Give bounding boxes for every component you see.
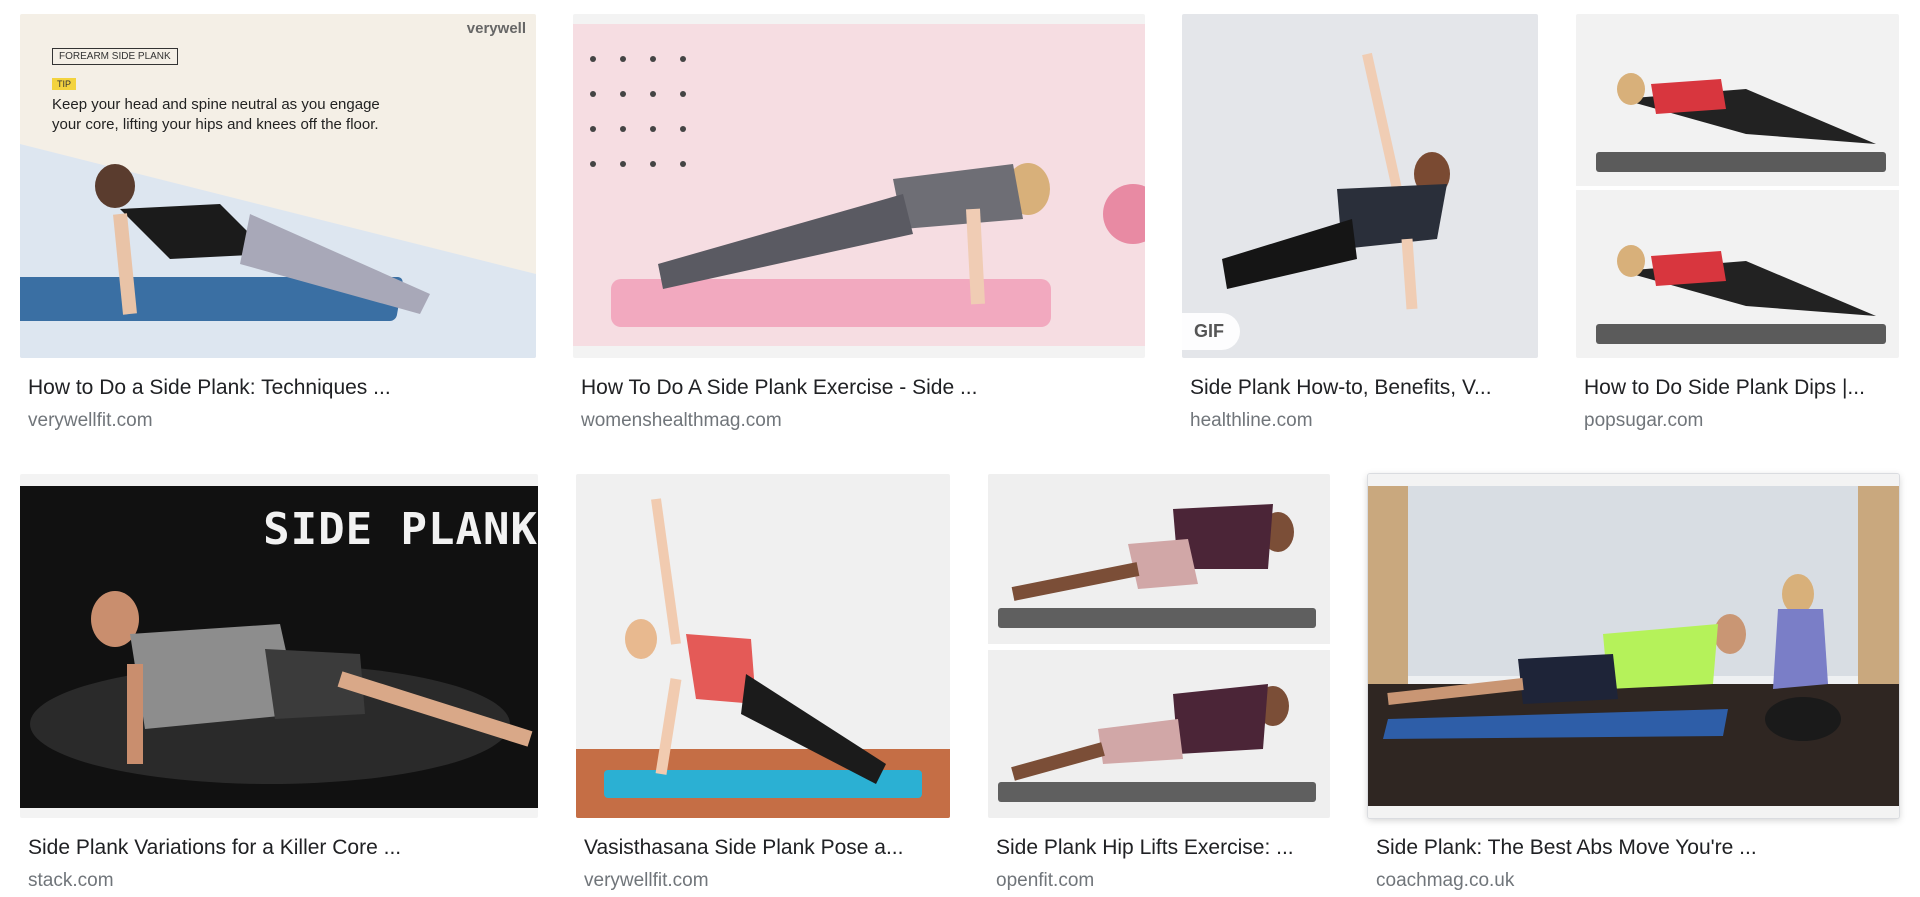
plank-photo xyxy=(20,14,536,358)
result-thumbnail[interactable]: GIF xyxy=(1182,14,1538,358)
image-result-card-selected[interactable]: Side Plank: The Best Abs Move You're ...… xyxy=(1368,474,1899,894)
result-title[interactable]: Side Plank How-to, Benefits, V... xyxy=(1190,376,1530,400)
result-thumbnail[interactable] xyxy=(1368,474,1899,818)
overlay-title: SIDE PLANK xyxy=(263,504,538,555)
image-result-card[interactable]: How to Do Side Plank Dips |... popsugar.… xyxy=(1576,14,1899,434)
result-thumbnail[interactable] xyxy=(988,474,1330,818)
exercise-tag: FOREARM SIDE PLANK xyxy=(52,48,178,65)
brand-logo: verywell xyxy=(466,20,526,37)
result-title[interactable]: Side Plank Hip Lifts Exercise: ... xyxy=(996,836,1328,860)
result-title[interactable]: How to Do Side Plank Dips |... xyxy=(1584,376,1900,400)
gif-badge: GIF xyxy=(1182,313,1240,350)
plank-photo xyxy=(573,24,1145,346)
plank-photo xyxy=(1182,14,1538,358)
plank-photo xyxy=(1576,14,1899,358)
result-title[interactable]: How To Do A Side Plank Exercise - Side .… xyxy=(581,376,1141,400)
result-source[interactable]: stack.com xyxy=(28,870,114,892)
result-title[interactable]: Side Plank Variations for a Killer Core … xyxy=(28,836,528,860)
image-result-card[interactable]: How To Do A Side Plank Exercise - Side .… xyxy=(573,14,1145,434)
result-source[interactable]: womenshealthmag.com xyxy=(581,410,782,432)
plank-photo xyxy=(1368,474,1899,818)
result-source[interactable]: verywellfit.com xyxy=(584,870,709,892)
plank-photo xyxy=(988,474,1330,818)
result-thumbnail[interactable] xyxy=(573,14,1145,358)
result-thumbnail[interactable]: verywell FOREARM SIDE PLANK TIP Keep you… xyxy=(20,14,536,358)
plank-photo xyxy=(576,474,950,818)
result-source[interactable]: healthline.com xyxy=(1190,410,1313,432)
image-result-card[interactable]: SIDE PLANK Side Plank Variations for a K… xyxy=(20,474,538,894)
result-title[interactable]: Side Plank: The Best Abs Move You're ... xyxy=(1376,836,1896,860)
result-thumbnail[interactable]: SIDE PLANK xyxy=(20,474,538,818)
image-result-card[interactable]: Side Plank Hip Lifts Exercise: ... openf… xyxy=(988,474,1330,894)
result-source[interactable]: popsugar.com xyxy=(1584,410,1703,432)
result-thumbnail[interactable] xyxy=(1576,14,1899,358)
result-source[interactable]: openfit.com xyxy=(996,870,1094,892)
image-result-card[interactable]: verywell FOREARM SIDE PLANK TIP Keep you… xyxy=(20,14,536,434)
tip-badge: TIP xyxy=(52,78,77,90)
result-source[interactable]: verywellfit.com xyxy=(28,410,153,432)
image-result-card[interactable]: Vasisthasana Side Plank Pose a... verywe… xyxy=(576,474,950,894)
result-title[interactable]: Vasisthasana Side Plank Pose a... xyxy=(584,836,948,860)
image-result-card[interactable]: GIF Side Plank How-to, Benefits, V... he… xyxy=(1182,14,1538,434)
tip-line-2: your core, lifting your hips and knees o… xyxy=(52,116,379,133)
result-source[interactable]: coachmag.co.uk xyxy=(1376,870,1514,892)
result-title[interactable]: How to Do a Side Plank: Techniques ... xyxy=(28,376,528,400)
result-thumbnail[interactable] xyxy=(576,474,950,818)
tip-line-1: Keep your head and spine neutral as you … xyxy=(52,96,380,113)
